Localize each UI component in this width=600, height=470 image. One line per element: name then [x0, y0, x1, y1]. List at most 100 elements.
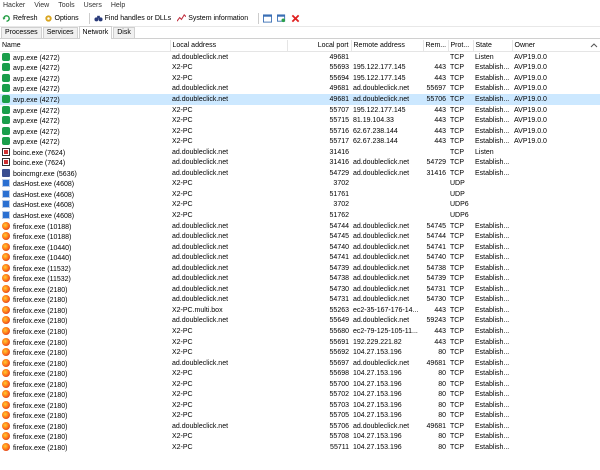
table-row[interactable]: firefox.exe (2180) X2-PC 55698 104.27.153.1…	[0, 368, 600, 379]
cell-local-address: ad.doubleclick.net	[172, 254, 229, 262]
menu-users[interactable]: Users	[84, 2, 102, 9]
table-row[interactable]: firefox.exe (2180) X2-PC 55711 104.27.153.1…	[0, 442, 600, 453]
cell-process-name: boincmgr.exe (5636)	[0, 168, 170, 179]
scroll-arrow-icon[interactable]	[590, 41, 598, 51]
table-row[interactable]: firefox.exe (10188) ad.doubleclick.net 547…	[0, 231, 600, 242]
table-row[interactable]: avp.exe (4272) X2-PC 55717 62.67.238.144 443…	[0, 136, 600, 147]
menu-hacker[interactable]: Hacker	[3, 2, 25, 9]
cell-local-port: 55702	[329, 391, 349, 399]
table-row[interactable]: firefox.exe (2180) X2-PC 55680 ec2-79-125-1…	[0, 326, 600, 337]
cell-remote-address: 195.122.177.145	[353, 74, 406, 82]
table-row[interactable]: firefox.exe (10440) ad.doubleclick.net 547…	[0, 252, 600, 263]
table-row[interactable]: firefox.exe (2180) ad.doubleclick.net 5473…	[0, 284, 600, 295]
menu-tools[interactable]: Tools	[58, 2, 74, 9]
table-row[interactable]: firefox.exe (2180) ad.doubleclick.net 5569…	[0, 358, 600, 369]
cell-local-address: X2-PC	[172, 190, 193, 198]
firefox-icon	[2, 305, 10, 314]
cell-local-port: 55698	[329, 370, 349, 378]
table-row[interactable]: firefox.exe (11532) ad.doubleclick.net 547…	[0, 263, 600, 274]
table-row[interactable]: firefox.exe (11532) ad.doubleclick.net 547…	[0, 273, 600, 284]
column-header-local-port[interactable]: Local port	[287, 40, 352, 52]
firefox-icon	[2, 316, 10, 325]
tab-disk[interactable]: Disk	[113, 27, 135, 38]
cell-remote-port: 49681	[426, 422, 446, 430]
cell-local-port: 54741	[329, 254, 349, 262]
table-row[interactable]: avp.exe (4272) ad.doubleclick.net 49681 ad.…	[0, 84, 600, 95]
cell-remote-port	[423, 179, 448, 190]
table-row[interactable]: avp.exe (4272) X2-PC 55716 62.67.238.144 443…	[0, 126, 600, 137]
cell-process-name: dasHost.exe (4608)	[0, 210, 170, 221]
cell-local-port: 55700	[329, 380, 349, 388]
cell-local-port: 55717	[329, 138, 349, 146]
table-row[interactable]: dasHost.exe (4608) X2-PC 3702 UDP	[0, 179, 600, 190]
menu-view[interactable]: View	[34, 2, 49, 9]
cell-owner	[512, 263, 600, 274]
cell-local-port: 31416	[329, 159, 349, 167]
table-row[interactable]: avp.exe (4272) ad.doubleclick.net 49681 TCP…	[0, 52, 600, 63]
close-icon[interactable]	[291, 14, 300, 23]
cell-state: Establish...	[475, 412, 510, 420]
cell-protocol: TCP	[450, 370, 464, 378]
tab-network[interactable]: Network	[78, 26, 113, 39]
table-row[interactable]: dasHost.exe (4608) X2-PC 51762 UDP6	[0, 210, 600, 221]
table-row[interactable]: firefox.exe (2180) X2-PC 55692 104.27.153.1…	[0, 347, 600, 358]
process-name-text: avp.exe (4272)	[13, 65, 60, 73]
network-table: Name Local address Local port Remote add…	[0, 40, 600, 470]
cell-remote-port: 443	[434, 138, 446, 146]
table-row[interactable]: dasHost.exe (4608) X2-PC 3702 UDP6	[0, 200, 600, 211]
refresh-button[interactable]: Refresh	[2, 14, 38, 23]
table-row[interactable]: firefox.exe (2180) ad.doubleclick.net 5564…	[0, 316, 600, 327]
cell-process-name: dasHost.exe (4608)	[0, 179, 170, 190]
tab-processes[interactable]: Processes	[1, 27, 42, 38]
tab-services[interactable]: Services	[42, 27, 78, 38]
column-header-state[interactable]: State	[473, 40, 513, 52]
column-header-protocol[interactable]: Prot...	[448, 40, 474, 52]
window-icon[interactable]	[263, 14, 273, 23]
table-row[interactable]: firefox.exe (2180) X2-PC.multi.box 55263 ec…	[0, 305, 600, 316]
process-name-text: avp.exe (4272)	[13, 86, 60, 94]
table-row[interactable]: boinc.exe (7624) ad.doubleclick.net 31416 T…	[0, 147, 600, 158]
table-row[interactable]: avp.exe (4272) X2-PC 55707 195.122.177.145 4…	[0, 105, 600, 116]
table-row[interactable]: firefox.exe (2180) X2-PC 55703 104.27.153.1…	[0, 400, 600, 411]
options-button[interactable]: Options	[44, 14, 79, 23]
table-row[interactable]: dasHost.exe (4608) X2-PC 51761 UDP	[0, 189, 600, 200]
table-row[interactable]: firefox.exe (10440) ad.doubleclick.net 547…	[0, 242, 600, 253]
table-row[interactable]: avp.exe (4272) X2-PC 55693 195.122.177.145 4…	[0, 63, 600, 74]
table-row[interactable]: firefox.exe (2180) X2-PC 55705 104.27.153.1…	[0, 411, 600, 422]
table-row[interactable]: firefox.exe (2180) X2-PC 55691 192.229.221.…	[0, 337, 600, 348]
cell-remote-address: ad.doubleclick.net	[353, 233, 410, 241]
cell-protocol: TCP	[450, 53, 464, 61]
column-header-name[interactable]: Name	[0, 40, 171, 52]
table-row[interactable]: firefox.exe (10188) ad.doubleclick.net 547…	[0, 221, 600, 232]
column-header-remote-address[interactable]: Remote address	[351, 40, 424, 52]
toolbar-separator	[88, 13, 90, 24]
cell-remote-address: ad.doubleclick.net	[353, 169, 410, 177]
process-name-text: dasHost.exe (4608)	[13, 191, 75, 199]
table-row[interactable]: firefox.exe (2180) X2-PC 55700 104.27.153.1…	[0, 379, 600, 390]
table-row[interactable]: firefox.exe (2180) X2-PC 55702 104.27.153.1…	[0, 390, 600, 401]
firefox-icon	[2, 400, 10, 409]
menu-help[interactable]: Help	[111, 2, 125, 9]
column-header-owner[interactable]: Owner	[512, 40, 600, 52]
system-information-button[interactable]: System information	[177, 14, 248, 23]
table-row[interactable]: firefox.exe (2180) ad.doubleclick.net 5570…	[0, 421, 600, 432]
table-row[interactable]: avp.exe (4272) ad.doubleclick.net 49681 ad.…	[0, 94, 600, 105]
table-row[interactable]: boinc.exe (7624) ad.doubleclick.net 31416 a…	[0, 157, 600, 168]
table-row[interactable]: avp.exe (4272) X2-PC 55715 81.19.104.33 443 T…	[0, 115, 600, 126]
cell-process-name: avp.exe (4272)	[0, 63, 170, 74]
cell-owner	[512, 252, 600, 263]
cell-protocol: TCP	[450, 222, 464, 230]
table-row[interactable]: boincmgr.exe (5636) ad.doubleclick.net 547…	[0, 168, 600, 179]
cell-protocol: TCP	[450, 422, 464, 430]
process-name-text: avp.exe (4272)	[13, 54, 60, 62]
refresh-icon	[2, 15, 10, 22]
column-header-local-address[interactable]: Local address	[170, 40, 288, 52]
column-header-remote-port[interactable]: Rem...	[423, 40, 449, 52]
cell-remote-address: 104.27.153.196	[353, 433, 402, 441]
find-window-icon[interactable]	[277, 14, 286, 23]
table-row[interactable]: firefox.exe (2180) ad.doubleclick.net 5473…	[0, 295, 600, 306]
table-row[interactable]: avp.exe (4272) X2-PC 55694 195.122.177.145 4…	[0, 73, 600, 84]
table-row[interactable]: firefox.exe (2180) X2-PC 55708 104.27.153.1…	[0, 432, 600, 443]
find-handles-button[interactable]: Find handles or DLLs	[94, 14, 171, 23]
cell-local-address: ad.doubleclick.net	[172, 243, 229, 251]
